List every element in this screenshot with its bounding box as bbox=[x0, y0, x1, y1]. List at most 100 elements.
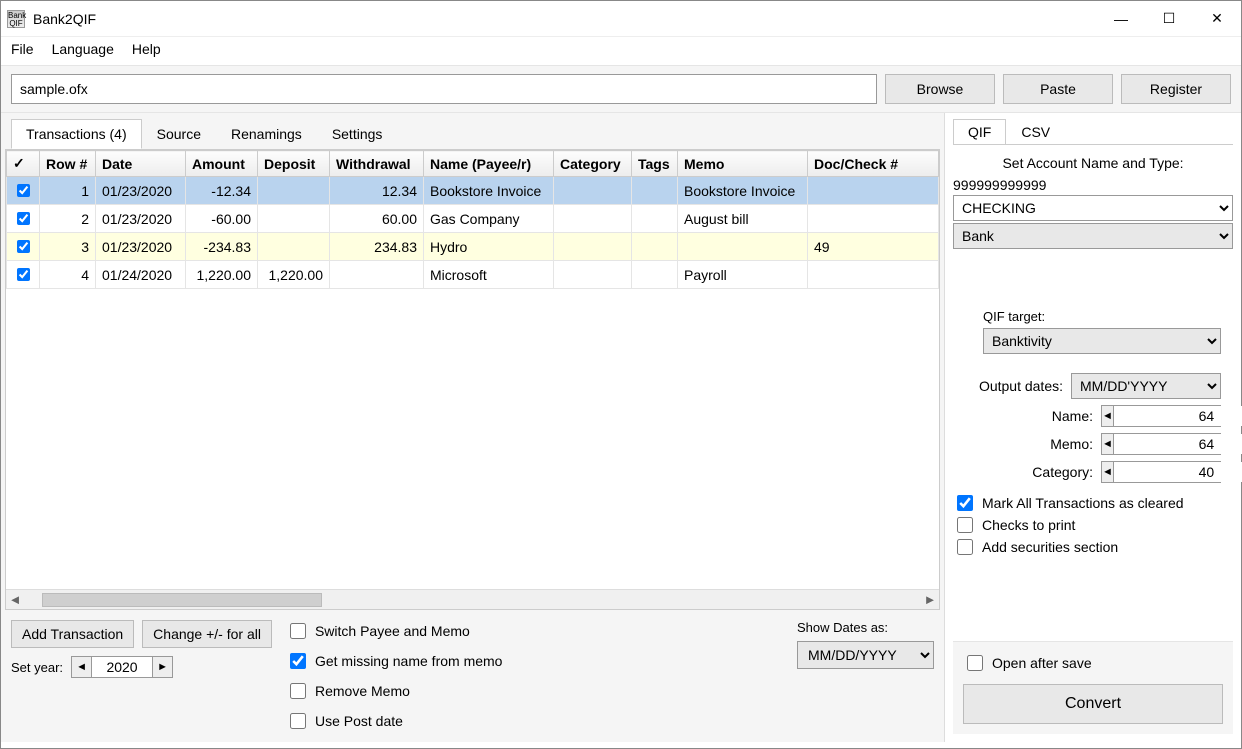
maximize-button[interactable]: ☐ bbox=[1145, 1, 1193, 37]
col-date[interactable]: Date bbox=[96, 151, 186, 177]
cell-deposit: 1,220.00 bbox=[258, 261, 330, 289]
col-row[interactable]: Row # bbox=[40, 151, 96, 177]
tab-settings[interactable]: Settings bbox=[317, 119, 398, 149]
window-title: Bank2QIF bbox=[33, 11, 96, 27]
cell-withdrawal bbox=[330, 261, 424, 289]
year-increment[interactable]: ► bbox=[152, 657, 172, 677]
menu-bar: File Language Help bbox=[1, 37, 1241, 65]
name-length-label: Name: bbox=[1052, 408, 1093, 424]
year-value[interactable] bbox=[92, 657, 152, 677]
tab-source[interactable]: Source bbox=[142, 119, 216, 149]
col-name[interactable]: Name (Payee/r) bbox=[424, 151, 554, 177]
cell-name: Gas Company bbox=[424, 205, 554, 233]
category-length-spinner[interactable]: ◄ ► bbox=[1101, 461, 1221, 483]
row-checkbox[interactable] bbox=[17, 184, 30, 197]
cell-row: 4 bbox=[40, 261, 96, 289]
account-name-select[interactable]: CHECKING bbox=[953, 195, 1233, 221]
year-spinner[interactable]: ◄ ► bbox=[71, 656, 173, 678]
cell-name: Microsoft bbox=[424, 261, 554, 289]
cell-memo: August bill bbox=[678, 205, 808, 233]
row-checkbox[interactable] bbox=[17, 268, 30, 281]
memo-dec[interactable]: ◄ bbox=[1102, 434, 1114, 454]
show-dates-label: Show Dates as: bbox=[797, 620, 934, 635]
cell-deposit bbox=[258, 233, 330, 261]
col-deposit[interactable]: Deposit bbox=[258, 151, 330, 177]
cell-name: Bookstore Invoice bbox=[424, 177, 554, 205]
close-button[interactable]: ✕ bbox=[1193, 1, 1241, 37]
show-dates-select[interactable]: MM/DD/YYYY bbox=[797, 641, 934, 669]
cell-doc bbox=[808, 261, 939, 289]
table-row[interactable]: 101/23/2020-12.3412.34Bookstore InvoiceB… bbox=[7, 177, 939, 205]
tab-qif[interactable]: QIF bbox=[953, 119, 1006, 145]
checks-print-checkbox[interactable] bbox=[957, 517, 973, 533]
cell-tags bbox=[632, 177, 678, 205]
memo-length-spinner[interactable]: ◄ ► bbox=[1101, 433, 1221, 455]
export-tabs: QIF CSV bbox=[953, 119, 1233, 145]
change-sign-button[interactable]: Change +/- for all bbox=[142, 620, 272, 648]
name-dec[interactable]: ◄ bbox=[1102, 406, 1114, 426]
name-length-spinner[interactable]: ◄ ► bbox=[1101, 405, 1221, 427]
use-post-date-checkbox[interactable] bbox=[290, 713, 306, 729]
col-category[interactable]: Category bbox=[554, 151, 632, 177]
cell-category bbox=[554, 177, 632, 205]
cell-name: Hydro bbox=[424, 233, 554, 261]
table-row[interactable]: 401/24/20201,220.001,220.00MicrosoftPayr… bbox=[7, 261, 939, 289]
category-dec[interactable]: ◄ bbox=[1102, 462, 1114, 482]
category-length-value[interactable] bbox=[1114, 462, 1242, 482]
mark-cleared-checkbox[interactable] bbox=[957, 495, 973, 511]
col-check[interactable]: ✓ bbox=[7, 151, 40, 177]
cell-row: 1 bbox=[40, 177, 96, 205]
cell-row: 2 bbox=[40, 205, 96, 233]
cell-category bbox=[554, 205, 632, 233]
transactions-grid[interactable]: ✓ Row # Date Amount Deposit Withdrawal N… bbox=[5, 149, 940, 610]
year-decrement[interactable]: ◄ bbox=[72, 657, 92, 677]
cell-date: 01/24/2020 bbox=[96, 261, 186, 289]
table-row[interactable]: 201/23/2020-60.0060.00Gas CompanyAugust … bbox=[7, 205, 939, 233]
col-withdrawal[interactable]: Withdrawal bbox=[330, 151, 424, 177]
name-length-value[interactable] bbox=[1114, 406, 1242, 426]
add-securities-checkbox[interactable] bbox=[957, 539, 973, 555]
col-memo[interactable]: Memo bbox=[678, 151, 808, 177]
file-toolbar: Browse Paste Register bbox=[1, 65, 1241, 113]
get-missing-checkbox[interactable] bbox=[290, 653, 306, 669]
convert-button[interactable]: Convert bbox=[963, 684, 1223, 724]
remove-memo-checkbox[interactable] bbox=[290, 683, 306, 699]
horizontal-scrollbar[interactable]: ◄ ► bbox=[6, 589, 939, 609]
cell-doc: 49 bbox=[808, 233, 939, 261]
add-transaction-button[interactable]: Add Transaction bbox=[11, 620, 134, 648]
table-row[interactable]: 301/23/2020-234.83234.83Hydro49 bbox=[7, 233, 939, 261]
minimize-button[interactable]: — bbox=[1097, 1, 1145, 37]
account-type-select[interactable]: Bank bbox=[953, 223, 1233, 249]
open-after-save-checkbox[interactable] bbox=[967, 655, 983, 671]
tab-transactions[interactable]: Transactions (4) bbox=[11, 119, 142, 149]
switch-payee-checkbox[interactable] bbox=[290, 623, 306, 639]
output-dates-select[interactable]: MM/DD'YYYY bbox=[1071, 373, 1221, 399]
col-doc[interactable]: Doc/Check # bbox=[808, 151, 939, 177]
cell-deposit bbox=[258, 205, 330, 233]
browse-button[interactable]: Browse bbox=[885, 74, 995, 104]
tab-csv[interactable]: CSV bbox=[1006, 119, 1065, 145]
cell-amount: -12.34 bbox=[186, 177, 258, 205]
col-amount[interactable]: Amount bbox=[186, 151, 258, 177]
menu-file[interactable]: File bbox=[11, 41, 34, 57]
cell-memo: Bookstore Invoice bbox=[678, 177, 808, 205]
paste-button[interactable]: Paste bbox=[1003, 74, 1113, 104]
cell-withdrawal: 234.83 bbox=[330, 233, 424, 261]
cell-category bbox=[554, 261, 632, 289]
row-checkbox[interactable] bbox=[17, 212, 30, 225]
tab-renamings[interactable]: Renamings bbox=[216, 119, 317, 149]
cell-memo: Payroll bbox=[678, 261, 808, 289]
row-checkbox[interactable] bbox=[17, 240, 30, 253]
cell-amount: -234.83 bbox=[186, 233, 258, 261]
cell-memo bbox=[678, 233, 808, 261]
cell-date: 01/23/2020 bbox=[96, 205, 186, 233]
file-path-input[interactable] bbox=[11, 74, 877, 104]
qif-target-select[interactable]: Banktivity bbox=[983, 328, 1221, 354]
register-button[interactable]: Register bbox=[1121, 74, 1231, 104]
memo-length-value[interactable] bbox=[1114, 434, 1242, 454]
menu-help[interactable]: Help bbox=[132, 41, 161, 57]
col-tags[interactable]: Tags bbox=[632, 151, 678, 177]
memo-length-label: Memo: bbox=[1050, 436, 1093, 452]
cell-date: 01/23/2020 bbox=[96, 233, 186, 261]
menu-language[interactable]: Language bbox=[52, 41, 114, 57]
